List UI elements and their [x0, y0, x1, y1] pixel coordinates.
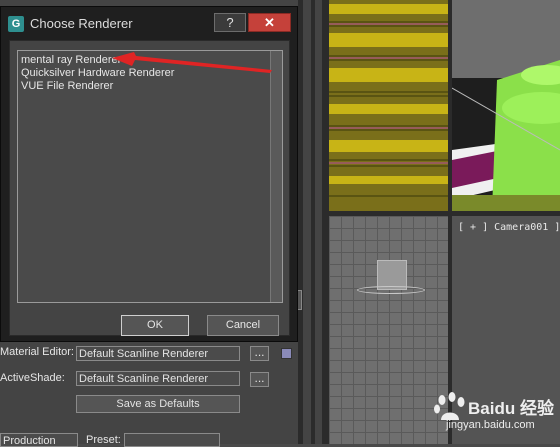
viewport-top-right-geometry	[452, 0, 560, 211]
material-editor-label: Material Editor:	[0, 346, 74, 358]
panel-divider	[298, 0, 303, 444]
renderer-list[interactable]: mental ray Renderer Quicksilver Hardware…	[17, 50, 283, 303]
preset-dropdown[interactable]	[124, 433, 220, 447]
watermark-url: jingyan.baidu.com	[446, 419, 535, 431]
panel-scroll-strip	[311, 0, 315, 444]
viewport-gizmo	[357, 286, 425, 294]
watermark-brand: Baidu 经验	[468, 399, 554, 418]
renderer-item-quicksilver[interactable]: Quicksilver Hardware Renderer	[21, 67, 174, 79]
viewport-divider	[322, 0, 329, 444]
choose-renderer-dialog: G Choose Renderer ? ✕ mental ray Rendere…	[0, 6, 298, 342]
production-dropdown[interactable]: Production	[0, 433, 78, 447]
viewport-top-left[interactable]	[329, 0, 448, 211]
renderer-item-vue-file[interactable]: VUE File Renderer	[21, 80, 113, 92]
activeshade-renderer-field[interactable]: Default Scanline Renderer	[76, 371, 240, 386]
dialog-body: mental ray Renderer Quicksilver Hardware…	[9, 40, 290, 336]
baidu-jingyan-watermark: Baidu 经验 jingyan.baidu.com	[428, 390, 560, 444]
paw-logo-icon	[434, 392, 465, 420]
viewport-top-right[interactable]	[452, 0, 560, 211]
ok-button[interactable]: OK	[121, 315, 189, 336]
activeshade-browse-button[interactable]: ...	[250, 372, 269, 387]
material-editor-renderer-field[interactable]: Default Scanline Renderer	[76, 346, 240, 361]
material-editor-browse-button[interactable]: ...	[250, 346, 269, 361]
save-as-defaults-button[interactable]: Save as Defaults	[76, 395, 240, 413]
close-button[interactable]: ✕	[248, 13, 291, 32]
renderer-item-mental-ray[interactable]: mental ray Renderer	[21, 54, 121, 66]
activeshade-label: ActiveShade:	[0, 372, 65, 384]
cancel-button[interactable]: Cancel	[207, 315, 279, 336]
preset-label: Preset:	[86, 434, 121, 446]
lock-icon[interactable]	[281, 348, 292, 359]
renderer-list-scrollbar[interactable]	[270, 51, 282, 302]
3dsmax-app-icon: G	[8, 16, 24, 32]
dialog-titlebar[interactable]: G Choose Renderer ? ✕	[1, 7, 297, 40]
camera-viewport-label[interactable]: [ + ] Camera001 ]	[458, 222, 560, 233]
dialog-title: Choose Renderer	[30, 16, 133, 31]
help-button[interactable]: ?	[214, 13, 246, 32]
viewport-top-left-geometry	[329, 0, 448, 211]
